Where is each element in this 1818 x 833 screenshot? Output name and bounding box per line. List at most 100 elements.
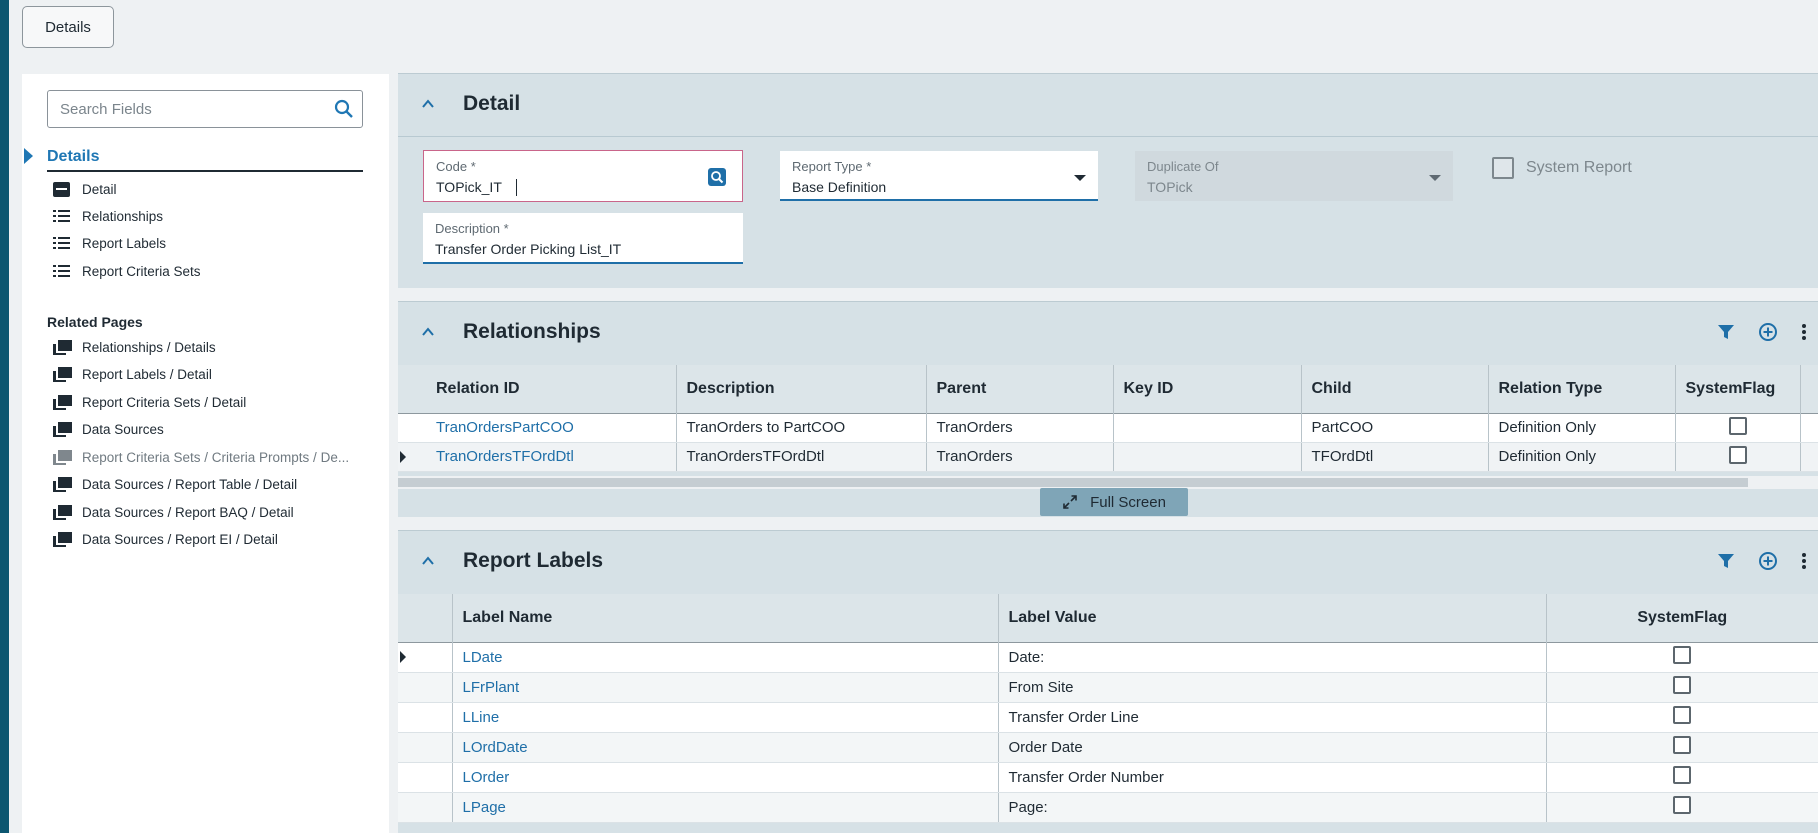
report-type-select[interactable]: Report Type * Base Definition [780, 151, 1098, 201]
details-button[interactable]: Details [22, 6, 114, 48]
table-cell [1113, 413, 1302, 443]
related-page-link[interactable]: Data Sources [53, 418, 164, 440]
column-header[interactable]: Label Value [998, 594, 1547, 642]
detail-panel: Detail Code * TOPick_IT Report Type * Ba… [398, 73, 1818, 288]
report-labels-panel: Report Labels Label Name Label Value Sys… [398, 530, 1818, 833]
related-page-label: Data Sources / Report BAQ / Detail [82, 504, 294, 520]
table-cell [1113, 442, 1302, 472]
column-header[interactable]: Description [676, 365, 927, 413]
add-circle-icon[interactable] [1758, 551, 1778, 571]
column-header[interactable]: Key ID [1113, 365, 1302, 413]
checkbox[interactable] [1673, 676, 1692, 694]
chevron-up-icon[interactable] [422, 326, 434, 338]
table-cell: Transfer Order Line [998, 702, 1547, 733]
relation-id-link[interactable]: TranOrdersPartCOO [426, 413, 677, 443]
label-name-link[interactable]: LOrdDate [452, 732, 999, 763]
dropdown-arrow-icon [1429, 175, 1441, 181]
table-cell: TranOrdersTFOrdDtl [676, 442, 927, 472]
checkbox[interactable] [1673, 646, 1692, 664]
add-circle-icon[interactable] [1758, 322, 1778, 342]
description-field[interactable]: Description * Transfer Order Picking Lis… [423, 213, 743, 264]
search-fields-input[interactable]: Search Fields [47, 90, 363, 128]
row-indicator [398, 672, 453, 703]
scrollbar-thumb[interactable] [398, 478, 1748, 487]
search-icon[interactable] [334, 99, 354, 119]
nav-section-details[interactable]: Details [24, 146, 363, 172]
report-labels-table: Label Name Label Value SystemFlag LDate … [398, 594, 1818, 823]
related-page-link[interactable]: Report Criteria Sets / Detail [53, 391, 246, 413]
description-value: Transfer Order Picking List_IT [435, 241, 622, 257]
pages-icon [53, 531, 72, 547]
panel-title: Relationships [463, 320, 601, 343]
sidebar-item-label: Report Labels [82, 235, 167, 251]
table-row[interactable]: LFrPlant From Site [398, 672, 1818, 703]
table-row[interactable]: LLine Transfer Order Line [398, 702, 1818, 733]
table-row[interactable]: LOrdDate Order Date [398, 732, 1818, 763]
checkbox[interactable] [1673, 736, 1692, 754]
detail-panel-header[interactable]: Detail [398, 74, 1818, 134]
row-indicator [398, 642, 453, 673]
more-options-icon[interactable] [1800, 322, 1808, 342]
table-cell: TFOrdDtl [1301, 442, 1489, 472]
table-cell: TranOrders to PartCOO [676, 413, 927, 443]
table-row-selected[interactable]: TranOrdersTFOrdDtl TranOrdersTFOrdDtl Tr… [398, 442, 1818, 472]
list-icon [53, 264, 70, 279]
chevron-up-icon[interactable] [422, 98, 434, 110]
full-screen-button[interactable]: Full Screen [1040, 488, 1188, 516]
systemflag-cell [1546, 792, 1818, 823]
relationships-panel-header[interactable]: Relationships [398, 302, 1818, 362]
related-page-link[interactable]: Relationships / Details [53, 336, 216, 358]
sidebar-item-label: Report Criteria Sets [82, 263, 201, 279]
related-page-link[interactable]: Data Sources / Report Table / Detail [53, 473, 297, 495]
column-header[interactable]: Parent [926, 365, 1114, 413]
table-cell: PartCOO [1301, 413, 1489, 443]
sidebar-item-relationships[interactable]: Relationships [53, 205, 163, 227]
label-name-link[interactable]: LOrder [452, 762, 999, 793]
column-header[interactable]: SystemFlag [1546, 594, 1818, 642]
systemflag-cell [1546, 702, 1818, 733]
systemflag-cell [1546, 672, 1818, 703]
checkbox[interactable] [1673, 796, 1692, 814]
sidebar-item-detail[interactable]: Detail [53, 178, 117, 200]
column-header[interactable]: Relation ID [426, 365, 677, 413]
sidebar-item-report-criteria-sets[interactable]: Report Criteria Sets [53, 260, 201, 282]
related-page-label: Report Criteria Sets / Detail [82, 394, 247, 410]
panel-title: Detail [463, 92, 521, 115]
relation-id-link[interactable]: TranOrdersTFOrdDtl [426, 442, 677, 472]
filter-icon[interactable] [1716, 551, 1736, 571]
label-name-link[interactable]: LLine [452, 702, 999, 733]
current-row-indicator-icon [400, 651, 406, 663]
pages-icon [53, 421, 72, 437]
filter-icon[interactable] [1716, 322, 1736, 342]
checkbox[interactable] [1728, 445, 1747, 464]
column-header[interactable]: SystemFlag [1675, 365, 1801, 413]
sidebar-item-report-labels[interactable]: Report Labels [53, 232, 166, 254]
label-name-link[interactable]: LFrPlant [452, 672, 999, 703]
table-row-selected[interactable]: LDate Date: [398, 642, 1818, 673]
label-name-link[interactable]: LPage [452, 792, 999, 823]
related-page-link[interactable]: Data Sources / Report BAQ / Detail [53, 501, 294, 523]
lookup-search-icon[interactable] [708, 168, 726, 186]
table-row[interactable]: TranOrdersPartCOO TranOrders to PartCOO … [398, 413, 1818, 443]
table-row[interactable]: LPage Page: [398, 792, 1818, 823]
chevron-up-icon[interactable] [422, 555, 434, 567]
related-page-link[interactable]: Data Sources / Report EI / Detail [53, 528, 278, 550]
checkbox[interactable] [1728, 416, 1747, 435]
relationships-panel: Relationships Relation ID Description Pa… [398, 301, 1818, 517]
checkbox[interactable] [1673, 766, 1692, 784]
code-field[interactable]: Code * TOPick_IT [423, 150, 743, 202]
more-options-icon[interactable] [1800, 551, 1808, 571]
table-cell: Date: [998, 642, 1547, 673]
column-header[interactable]: Label Name [452, 594, 999, 642]
report-labels-panel-header[interactable]: Report Labels [398, 531, 1818, 591]
report-type-label: Report Type * [792, 159, 872, 174]
label-name-link[interactable]: LDate [452, 642, 999, 673]
systemflag-cell [1546, 642, 1818, 673]
related-page-link[interactable]: Report Labels / Detail [53, 363, 212, 385]
column-header[interactable]: Child [1301, 365, 1489, 413]
row-indicator [398, 792, 453, 823]
related-page-label: Data Sources / Report Table / Detail [82, 476, 298, 492]
table-row[interactable]: LOrder Transfer Order Number [398, 762, 1818, 793]
checkbox[interactable] [1673, 706, 1692, 724]
column-header[interactable]: Relation Type [1488, 365, 1676, 413]
